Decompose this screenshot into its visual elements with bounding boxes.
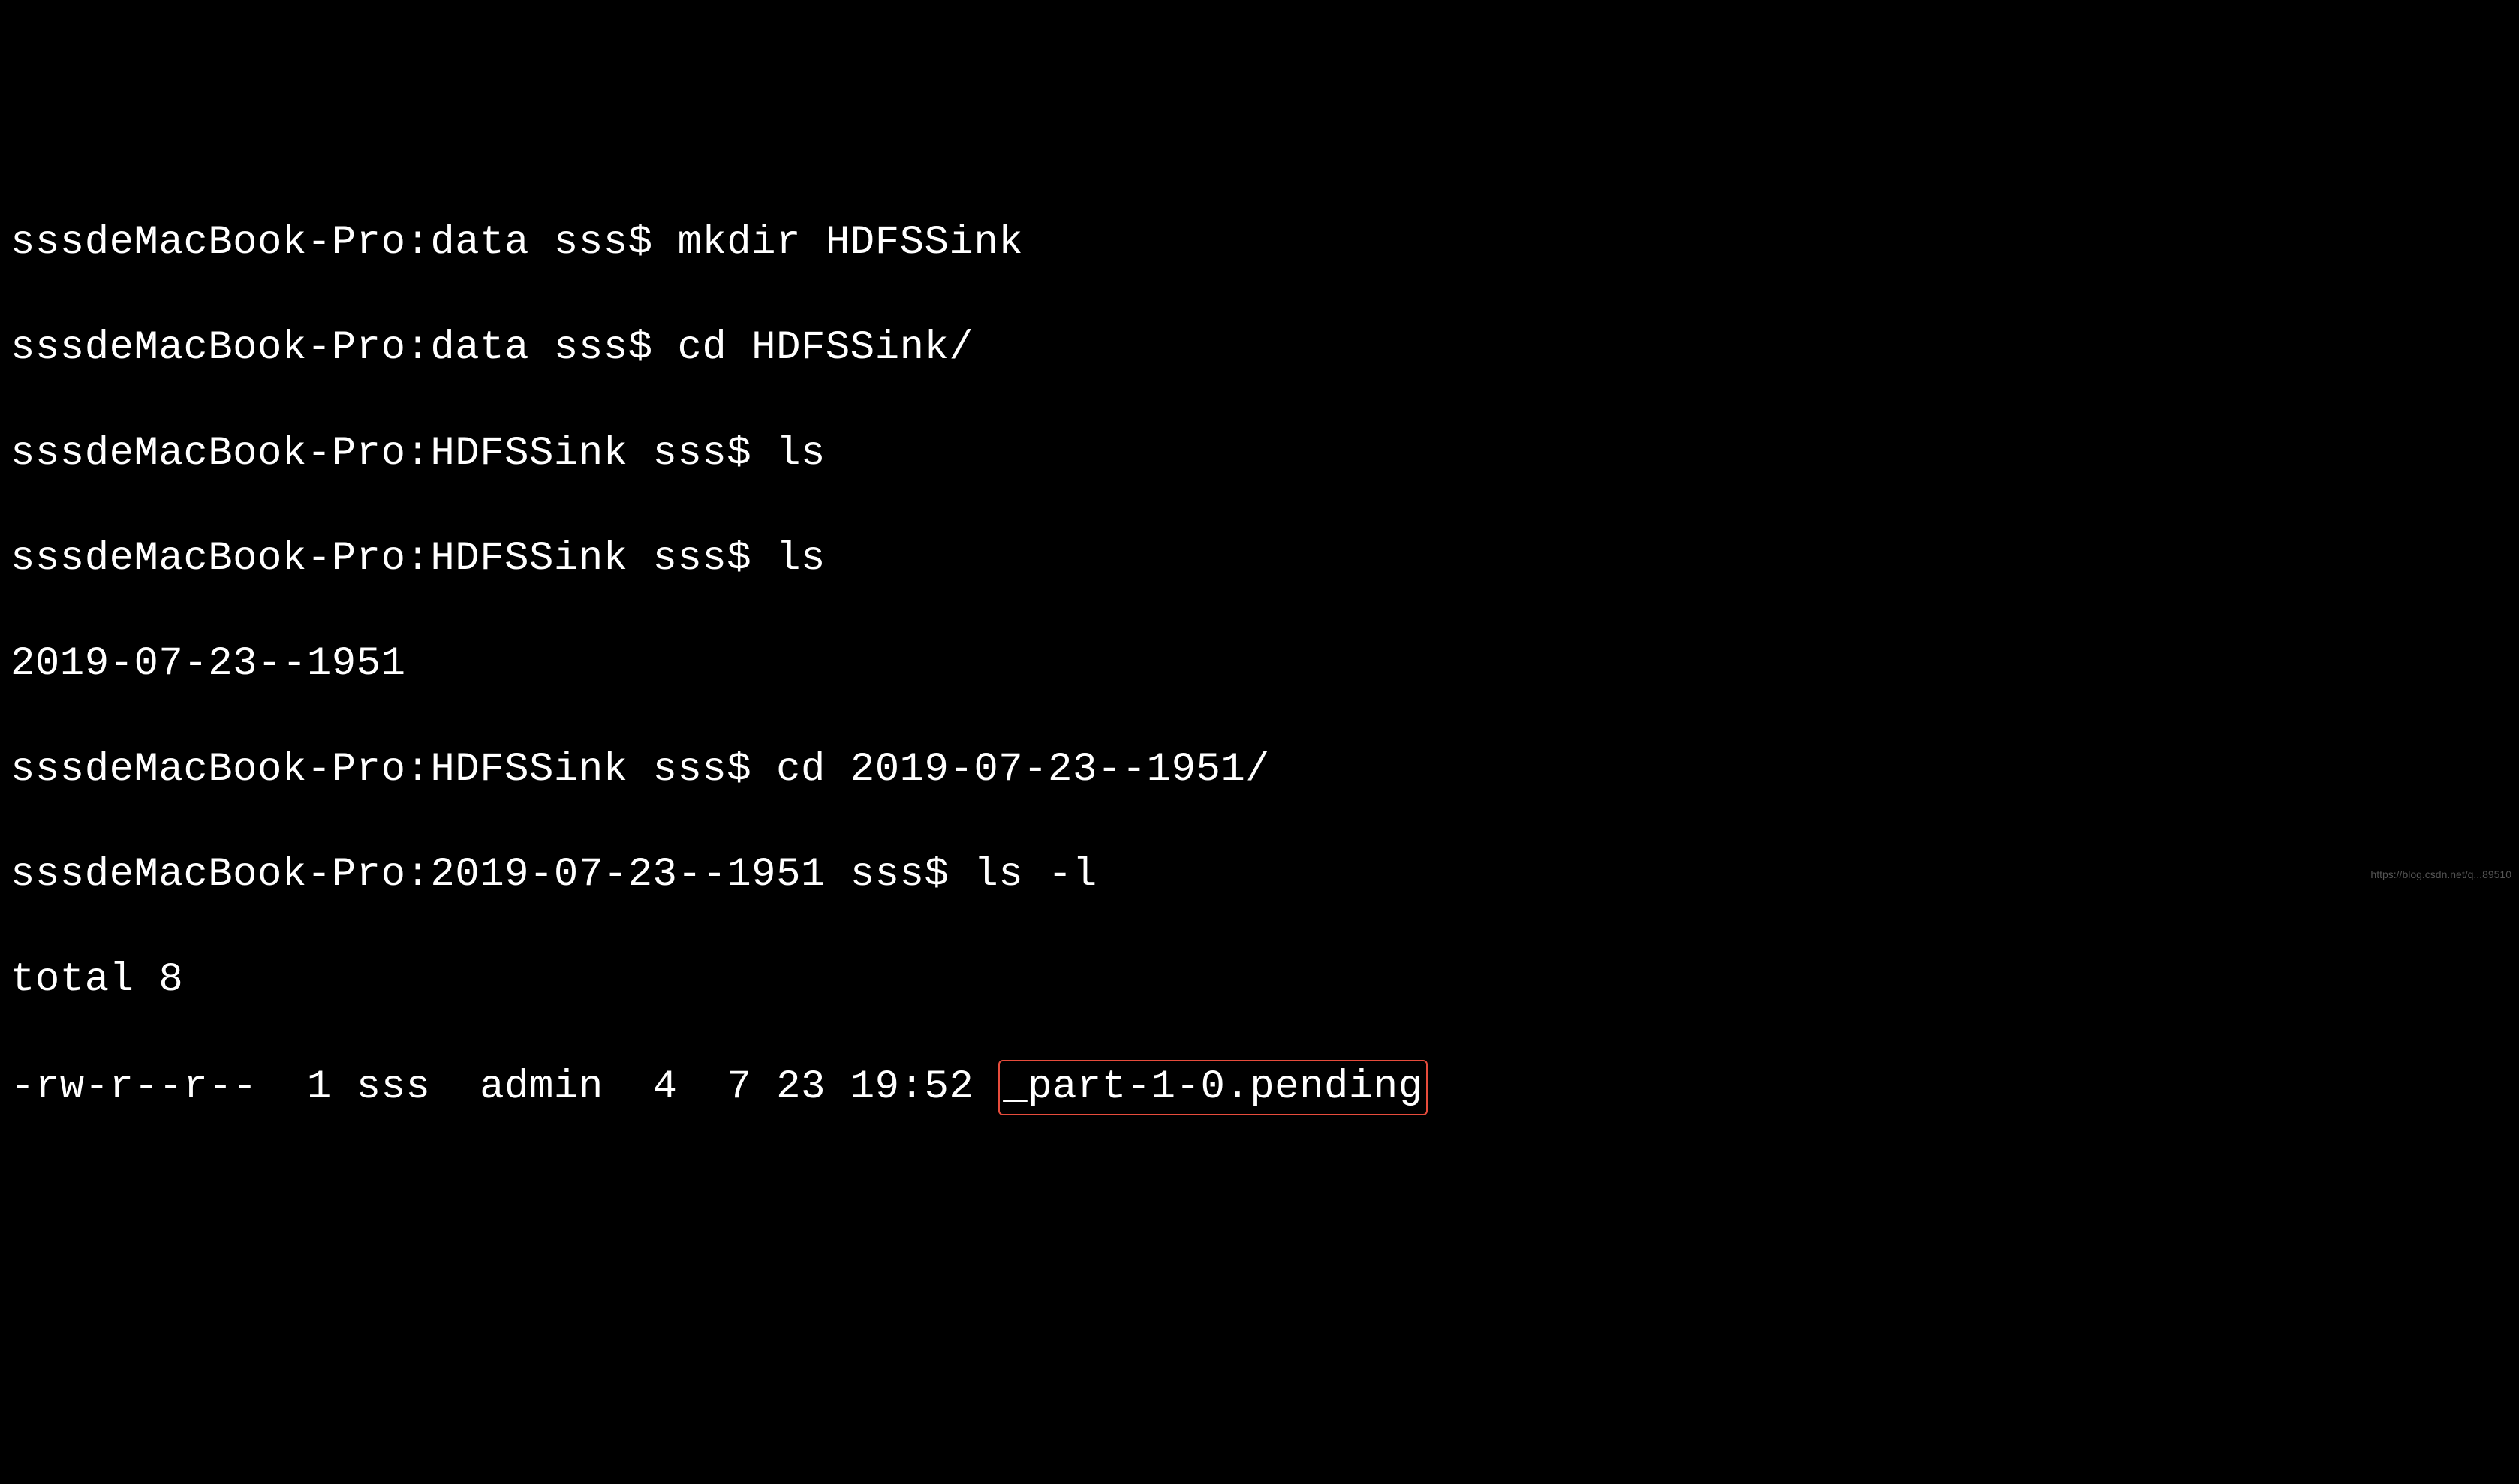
prompt: sssdeMacBook-Pro:2019-07-23--1951 sss$ [11,852,974,898]
terminal-line-5: sssdeMacBook-Pro:HDFSSink sss$ cd 2019-0… [11,744,2508,796]
file-details: -rw-r--r-- 1 sss admin 4 7 23 19:52 [11,1064,998,1110]
terminal-line-3: sssdeMacBook-Pro:HDFSSink sss$ ls [11,428,2508,480]
terminal-line-4: sssdeMacBook-Pro:HDFSSink sss$ ls [11,533,2508,585]
prompt: sssdeMacBook-Pro:HDFSSink sss$ [11,431,776,477]
output: total 8 [11,957,183,1003]
prompt: sssdeMacBook-Pro:HDFSSink sss$ [11,536,776,582]
command: cd 2019-07-23--1951/ [776,747,1270,793]
terminal-output-2: total 8 [11,954,2508,1007]
command: mkdir HDFSSink [677,220,1023,266]
output: 2019-07-23--1951 [11,641,405,687]
terminal-line-1: sssdeMacBook-Pro:data sss$ mkdir HDFSSin… [11,217,2508,269]
terminal-output-3: -rw-r--r-- 1 sss admin 4 7 23 19:52 _par… [11,1060,2508,1115]
prompt: sssdeMacBook-Pro:data sss$ [11,220,677,266]
command: ls [776,431,826,477]
command: cd HDFSSink/ [677,325,974,371]
command: ls [776,536,826,582]
prompt: sssdeMacBook-Pro:data sss$ [11,325,677,371]
watermark: https://blog.csdn.net/q...89510 [2370,868,2511,881]
terminal-line-2: sssdeMacBook-Pro:data sss$ cd HDFSSink/ [11,322,2508,375]
prompt: sssdeMacBook-Pro:HDFSSink sss$ [11,747,776,793]
highlighted-filename: _part-1-0.pending [998,1060,1427,1115]
command: ls -l [974,852,1097,898]
terminal-line-6: sssdeMacBook-Pro:2019-07-23--1951 sss$ l… [11,849,2508,902]
terminal-output-1: 2019-07-23--1951 [11,638,2508,691]
